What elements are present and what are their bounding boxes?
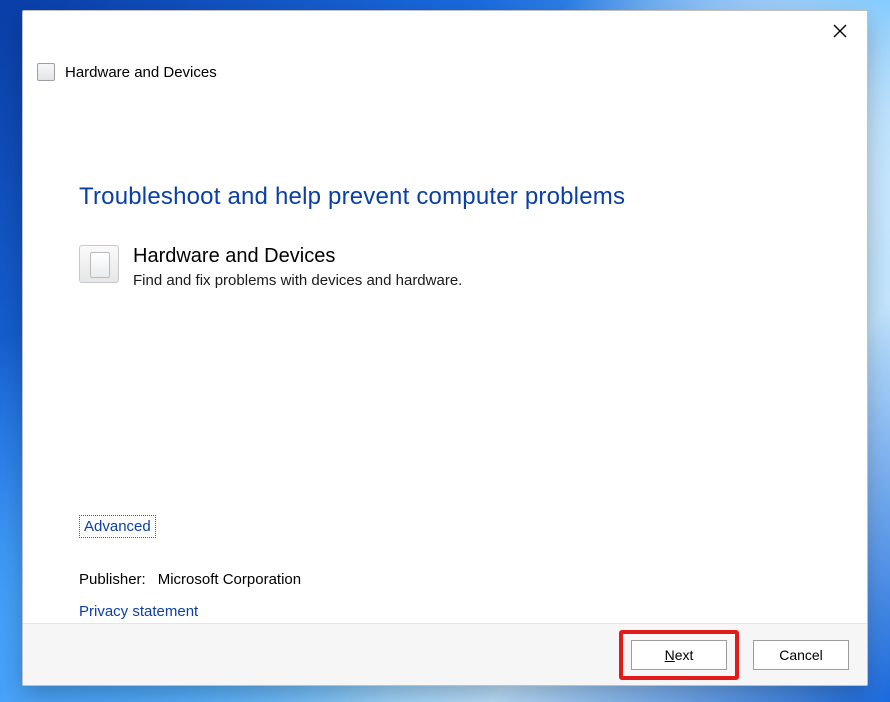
item-description: Find and fix problems with devices and h… xyxy=(133,272,462,289)
cancel-button[interactable]: Cancel xyxy=(753,640,849,670)
page-heading: Troubleshoot and help prevent computer p… xyxy=(79,183,811,211)
content-area: Troubleshoot and help prevent computer p… xyxy=(23,63,867,623)
desktop-backdrop: Hardware and Devices Troubleshoot and he… xyxy=(0,0,890,702)
privacy-link[interactable]: Privacy statement xyxy=(79,603,198,620)
troubleshooter-dialog: Hardware and Devices Troubleshoot and he… xyxy=(22,10,868,686)
next-mnemonic: N xyxy=(665,647,675,663)
publisher-label: Publisher: xyxy=(79,571,146,588)
publisher-row: Publisher: Microsoft Corporation xyxy=(79,571,301,588)
item-text: Hardware and Devices Find and fix proble… xyxy=(133,245,462,289)
advanced-link[interactable]: Advanced xyxy=(79,515,156,538)
troubleshooter-item: Hardware and Devices Find and fix proble… xyxy=(79,245,811,289)
next-highlight: Next xyxy=(619,630,739,680)
item-title: Hardware and Devices xyxy=(133,245,462,268)
close-button[interactable] xyxy=(817,15,863,47)
dialog-footer: Next Cancel xyxy=(23,623,867,685)
next-rest: ext xyxy=(675,647,694,663)
next-button[interactable]: Next xyxy=(631,640,727,670)
publisher-value: Microsoft Corporation xyxy=(158,571,301,588)
close-icon xyxy=(833,24,847,38)
titlebar xyxy=(23,11,867,63)
hardware-icon xyxy=(79,245,119,283)
